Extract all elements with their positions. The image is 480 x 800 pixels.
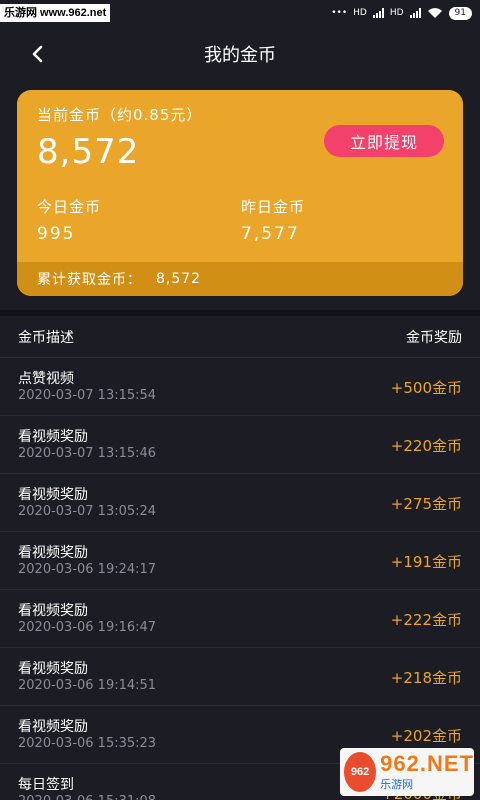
network-type-1: HD <box>353 8 367 18</box>
coin-history-list: 点赞视频 2020-03-07 13:15:54 +500金币 看视频奖励 2020-0… <box>0 358 480 800</box>
list-item: 看视频奖励 2020-03-06 19:24:17 +191金币 <box>0 532 480 590</box>
item-description: 看视频奖励 <box>18 545 88 561</box>
battery-icon: 91 <box>448 6 472 20</box>
item-description: 每日签到 <box>18 777 74 793</box>
item-timestamp: 2020-03-06 15:31:08 <box>18 794 156 800</box>
status-bar: 乐游网 www.962.net ••• HD HD 91 <box>0 0 480 26</box>
watermark-label: 乐游网 www.962.net <box>0 4 111 22</box>
today-coins-label: 今日金币 <box>37 198 102 216</box>
item-reward-amount: +220金币 <box>390 437 462 455</box>
yesterday-coins-value: 7,577 <box>241 224 300 244</box>
item-description: 看视频奖励 <box>18 487 88 503</box>
item-reward-amount: +191金币 <box>390 553 462 571</box>
item-description: 看视频奖励 <box>18 429 88 445</box>
item-reward-amount: +222金币 <box>390 611 462 629</box>
signal-icon <box>372 8 384 18</box>
list-header: 金币描述 金币奖励 <box>0 316 480 358</box>
item-reward-amount: +202金币 <box>390 727 462 745</box>
item-reward-amount: +218金币 <box>390 669 462 687</box>
today-coins-value: 995 <box>37 224 76 244</box>
list-item: 看视频奖励 2020-03-07 13:05:24 +275金币 <box>0 474 480 532</box>
column-description-header: 金币描述 <box>18 329 74 346</box>
item-description: 看视频奖励 <box>18 719 88 735</box>
item-timestamp: 2020-03-07 13:15:46 <box>18 446 157 461</box>
withdraw-button[interactable]: 立即提现 <box>324 125 444 157</box>
item-timestamp: 2020-03-07 13:05:24 <box>18 504 157 519</box>
item-timestamp: 2020-03-07 13:15:54 <box>18 388 157 403</box>
current-coins-label: 当前金币（约0.85元） <box>37 106 203 124</box>
item-reward-amount: +275金币 <box>390 495 462 513</box>
status-indicators: ••• HD HD 91 <box>331 6 472 20</box>
total-coins-value: 8,572 <box>156 271 202 287</box>
site-logo: 962 962.NET 乐游网 <box>340 748 474 796</box>
signal-icon-2 <box>409 8 421 18</box>
page-header: 我的金币 <box>0 30 480 78</box>
item-reward-amount: +500金币 <box>390 379 462 397</box>
total-coins-label: 累计获取金币： <box>37 272 142 288</box>
item-timestamp: 2020-03-06 19:14:51 <box>18 678 157 693</box>
list-item: 看视频奖励 2020-03-06 19:16:47 +222金币 <box>0 590 480 648</box>
yesterday-coins-label: 昨日金币 <box>241 198 306 216</box>
notification-dots: ••• <box>331 8 348 18</box>
logo-sub-text: 乐游网 <box>380 779 414 791</box>
list-item: 点赞视频 2020-03-07 13:15:54 +500金币 <box>0 358 480 416</box>
list-item: 看视频奖励 2020-03-07 13:15:46 +220金币 <box>0 416 480 474</box>
total-coins-bar: 累计获取金币： 8,572 <box>17 262 463 296</box>
list-item: 看视频奖励 2020-03-06 19:14:51 +218金币 <box>0 648 480 706</box>
item-timestamp: 2020-03-06 19:24:17 <box>18 562 157 577</box>
item-timestamp: 2020-03-06 15:35:23 <box>18 736 157 751</box>
logo-main-text: 962.NET <box>380 751 474 776</box>
wifi-icon <box>427 8 442 18</box>
item-description: 看视频奖励 <box>18 661 88 677</box>
current-coins-value: 8,572 <box>37 132 140 172</box>
item-timestamp: 2020-03-06 19:16:47 <box>18 620 157 635</box>
item-description: 看视频奖励 <box>18 603 88 619</box>
logo-emblem-icon: 962 <box>344 752 377 792</box>
back-arrow-icon[interactable] <box>28 44 48 64</box>
column-reward-header: 金币奖励 <box>406 329 462 346</box>
coin-summary-card: 当前金币（约0.85元） 8,572 立即提现 今日金币 995 昨日金币 7,… <box>17 90 463 296</box>
item-description: 点赞视频 <box>18 371 74 387</box>
network-type-2: HD <box>389 8 404 18</box>
page-title: 我的金币 <box>204 45 276 66</box>
